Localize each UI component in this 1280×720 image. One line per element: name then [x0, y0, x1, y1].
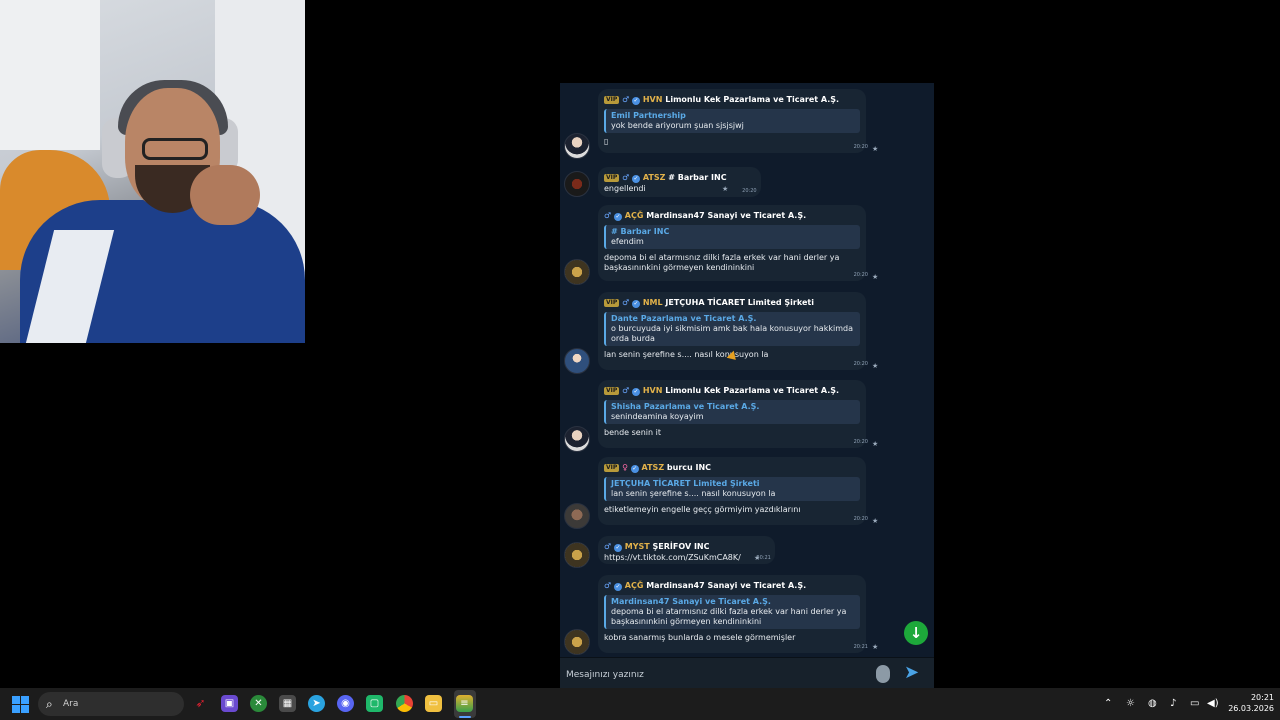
- message-header[interactable]: ♂ ✓ AÇĞ Mardinsan47 Sanayi ve Ticaret A.…: [604, 210, 860, 222]
- message-text: kobra sanarmış bunlarda o mesele görmemi…: [604, 633, 796, 642]
- discord-icon[interactable]: ◉: [337, 695, 354, 712]
- message-header[interactable]: VIP ♂ ✓ HVN Limonlu Kek Pazarlama ve Tic…: [604, 94, 860, 106]
- chevron-up-icon[interactable]: ⌃: [1104, 697, 1112, 711]
- reply-quote[interactable]: Emil Partnership yok bende ariyorum şuan…: [604, 109, 860, 133]
- clock-date: 26.03.2026: [1228, 704, 1274, 713]
- message-time: 20:20: [742, 188, 757, 194]
- bluestacks-icon[interactable]: ≡: [456, 695, 473, 712]
- message-text: bende senin it: [604, 428, 661, 437]
- avatar[interactable]: [564, 133, 590, 159]
- send-icon[interactable]: ➤: [904, 663, 919, 683]
- message-input[interactable]: [564, 666, 868, 684]
- message-link[interactable]: https://vt.tiktok.com/ZSuKmCA8K/: [604, 553, 741, 563]
- microphone-icon[interactable]: [876, 665, 890, 683]
- avatar[interactable]: [564, 629, 590, 655]
- scroll-down-button[interactable]: ↓: [904, 621, 928, 645]
- clock-time: 20:21: [1250, 693, 1274, 702]
- network-icon[interactable]: ▭: [1190, 697, 1199, 711]
- reply-quote[interactable]: Mardinsan47 Sanayi ve Ticaret A.Ş. depom…: [604, 595, 860, 629]
- reaction-icon[interactable]: ★: [872, 643, 878, 651]
- reaction-icon[interactable]: ★: [872, 273, 878, 281]
- app-icon-green[interactable]: ▢: [366, 695, 383, 712]
- app-icon-xbox[interactable]: ✕: [250, 695, 267, 712]
- message-text: engellendi: [604, 184, 646, 193]
- taskbar: ⌕ Ara ➶ ▣ ✕ ▦ ➤ ◉ ▢ ▭ ≡ ⌃ ☼ ◍ ♪ ▭ ◀) 20:…: [0, 688, 1280, 720]
- avatar[interactable]: [564, 348, 590, 374]
- steam-icon[interactable]: ◍: [1148, 697, 1157, 711]
- file-explorer-icon[interactable]: ▭: [425, 695, 442, 712]
- message-header[interactable]: ♂ ✓ AÇĞ Mardinsan47 Sanayi ve Ticaret A.…: [604, 580, 860, 592]
- message-time: 20:20: [853, 361, 868, 367]
- volume-icon[interactable]: ◀): [1207, 697, 1219, 711]
- message-header[interactable]: VIP ♂ ✓ HVN Limonlu Kek Pazarlama ve Tic…: [604, 385, 860, 397]
- message-text: etiketlemeyin engelle geçç görmiyim yazd…: [604, 505, 801, 514]
- message-text: ▯: [604, 137, 609, 146]
- app-icon-redbird[interactable]: ➶: [192, 695, 209, 712]
- reaction-icon[interactable]: ★: [872, 517, 878, 525]
- reaction-icon[interactable]: ★: [872, 145, 878, 153]
- telegram-chat-panel: VIP ♂ ✓ HVN Limonlu Kek Pazarlama ve Tic…: [560, 83, 934, 690]
- message-time: 20:21: [853, 644, 868, 650]
- message-header[interactable]: ♂ ✓ MYST ŞERİFOV INC: [604, 541, 741, 553]
- avatar[interactable]: [564, 426, 590, 452]
- reaction-icon[interactable]: ★: [722, 185, 728, 193]
- windows-start-icon[interactable]: [12, 696, 29, 713]
- message-text: depoma bi el atarmısnız dilki fazla erke…: [604, 253, 840, 272]
- avatar[interactable]: [564, 171, 590, 197]
- reply-quote[interactable]: Dante Pazarlama ve Ticaret A.Ş. o burcuy…: [604, 312, 860, 346]
- message-time: 20:20: [853, 439, 868, 445]
- reaction-icon[interactable]: ★: [872, 440, 878, 448]
- webcam-overlay: [0, 0, 305, 343]
- taskbar-search[interactable]: ⌕ Ara: [38, 692, 184, 716]
- reply-quote[interactable]: JETÇUHA TİCARET Limited Şirketi lan seni…: [604, 477, 860, 501]
- message-header[interactable]: VIP ♂ ✓ NML JETÇUHA TİCARET Limited Şirk…: [604, 297, 860, 309]
- message-time: 20:20: [853, 144, 868, 150]
- message-composer: ➤: [560, 657, 934, 690]
- avatar[interactable]: [564, 259, 590, 285]
- reaction-icon[interactable]: ★: [872, 362, 878, 370]
- message-time: 20:20: [853, 516, 868, 522]
- message-header[interactable]: VIP ♂ ✓ ATSZ # Barbar INC: [604, 172, 727, 184]
- search-placeholder: Ara: [63, 699, 79, 709]
- calculator-icon[interactable]: ▦: [279, 695, 296, 712]
- message-list[interactable]: VIP ♂ ✓ HVN Limonlu Kek Pazarlama ve Tic…: [560, 83, 934, 657]
- app-icon-purple[interactable]: ▣: [221, 695, 238, 712]
- system-clock[interactable]: 20:21 26.03.2026: [1222, 692, 1274, 714]
- telegram-icon[interactable]: ➤: [308, 695, 325, 712]
- search-icon: ⌕: [46, 697, 53, 711]
- avatar[interactable]: [564, 503, 590, 529]
- message-header[interactable]: VIP ♀ ✓ ATSZ burcu INC: [604, 462, 860, 474]
- reply-quote[interactable]: # Barbar INC efendim: [604, 225, 860, 249]
- avatar[interactable]: [564, 542, 590, 568]
- reaction-icon[interactable]: ★: [754, 554, 760, 562]
- chrome-icon[interactable]: [396, 695, 413, 712]
- active-indicator: [459, 716, 471, 718]
- message-time: 20:20: [853, 272, 868, 278]
- brightness-icon[interactable]: ☼: [1126, 697, 1135, 711]
- microphone-tray-icon[interactable]: ♪: [1170, 697, 1176, 711]
- reply-quote[interactable]: Shisha Pazarlama ve Ticaret A.Ş. seninde…: [604, 400, 860, 424]
